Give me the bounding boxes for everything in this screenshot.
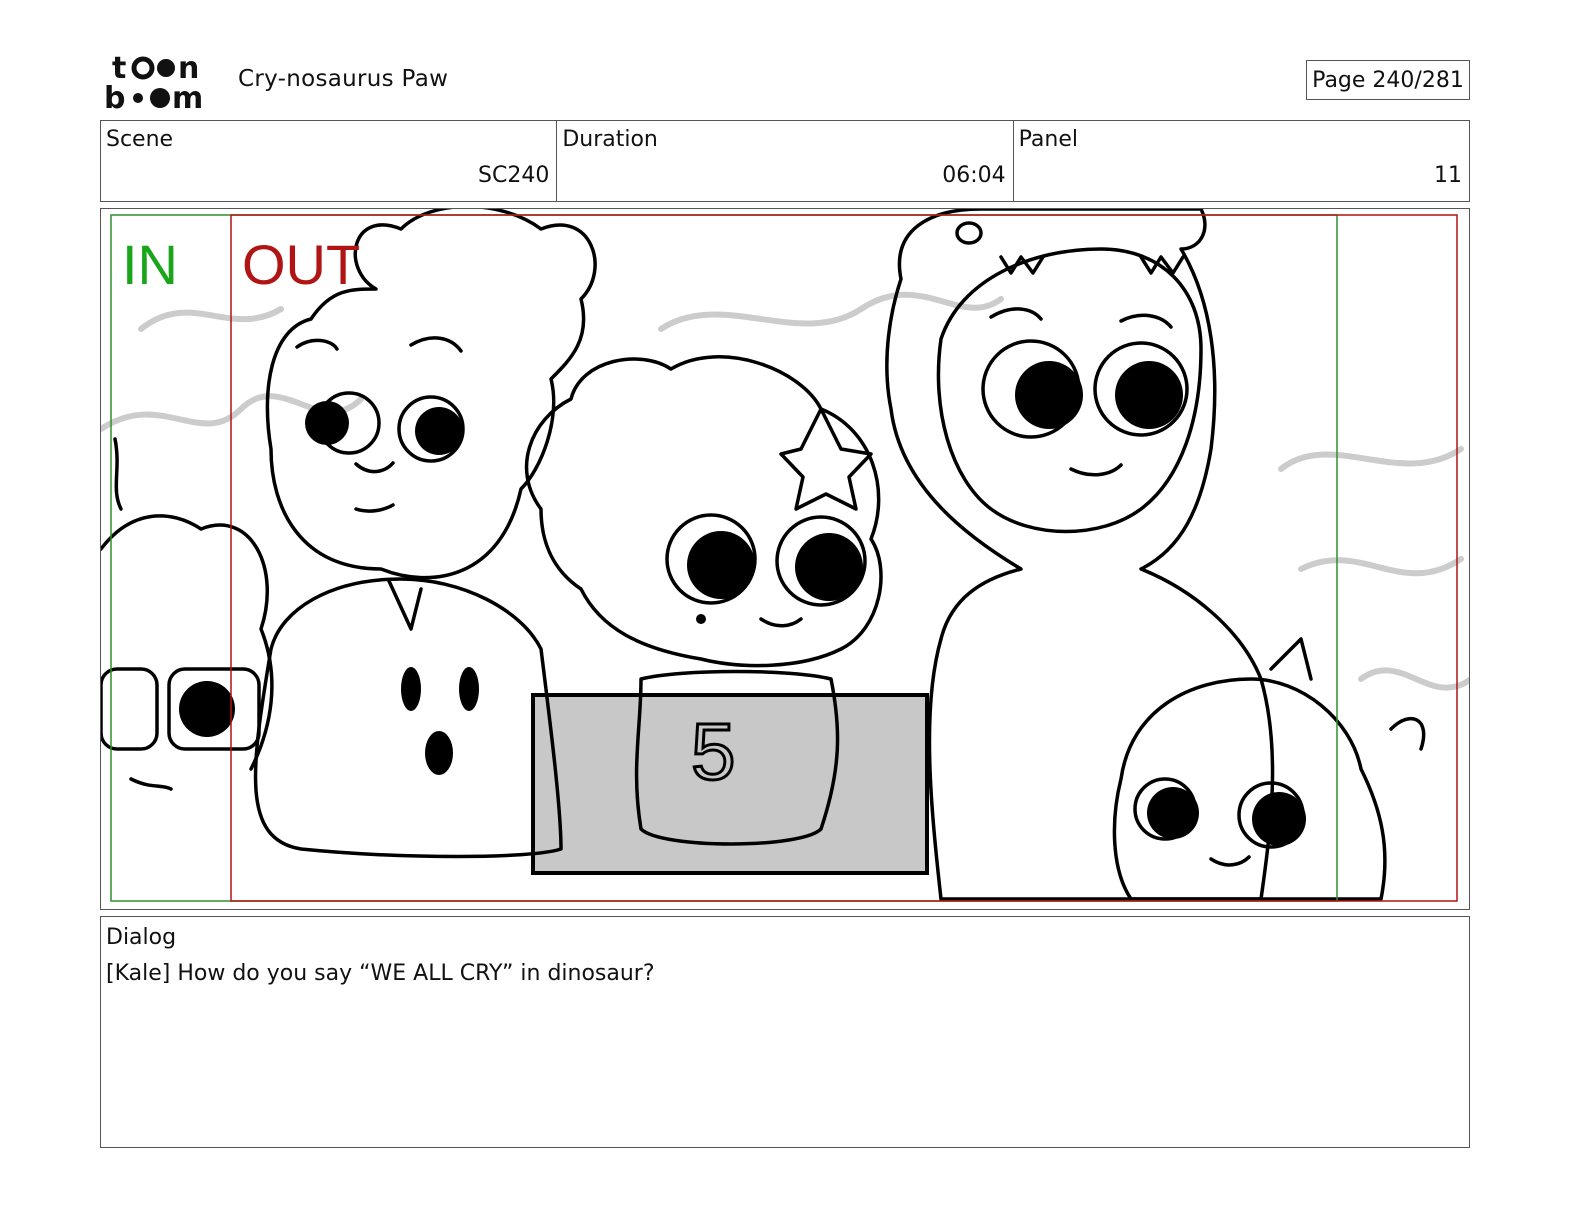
svg-text:m: m — [172, 81, 203, 112]
shirt-number: 5 — [691, 707, 736, 796]
scene-value: SC240 — [478, 163, 550, 188]
svg-text:b: b — [104, 81, 125, 112]
out-marker-label: OUT — [242, 233, 361, 296]
dialog-label: Dialog — [106, 925, 177, 950]
storyboard-panel: 5 — [100, 208, 1470, 910]
duration-cell: Duration 06:04 — [557, 121, 1014, 201]
panel-label: Panel — [1018, 127, 1079, 152]
dialog-box: Dialog [Kale] How do you say “WE ALL CRY… — [100, 916, 1470, 1148]
scene-label: Scene — [106, 127, 174, 152]
project-title: Cry-nosaurus Paw — [238, 66, 449, 92]
scene-cell: Scene SC240 — [101, 121, 558, 201]
panel-value: 11 — [1433, 163, 1462, 188]
page-number: Page 240/281 — [1306, 60, 1470, 100]
panel-cell: Panel 11 — [1014, 121, 1469, 201]
duration-label: Duration — [562, 127, 658, 152]
in-marker-label: IN — [122, 233, 178, 296]
scene-info-table: Scene SC240 Duration 06:04 Panel 11 — [100, 120, 1470, 202]
dialog-text: [Kale] How do you say “WE ALL CRY” in di… — [106, 961, 655, 986]
panel-sketch: 5 — [101, 209, 1469, 902]
toon-boom-logo: t n b m — [104, 51, 203, 112]
duration-value: 06:04 — [942, 163, 1006, 188]
